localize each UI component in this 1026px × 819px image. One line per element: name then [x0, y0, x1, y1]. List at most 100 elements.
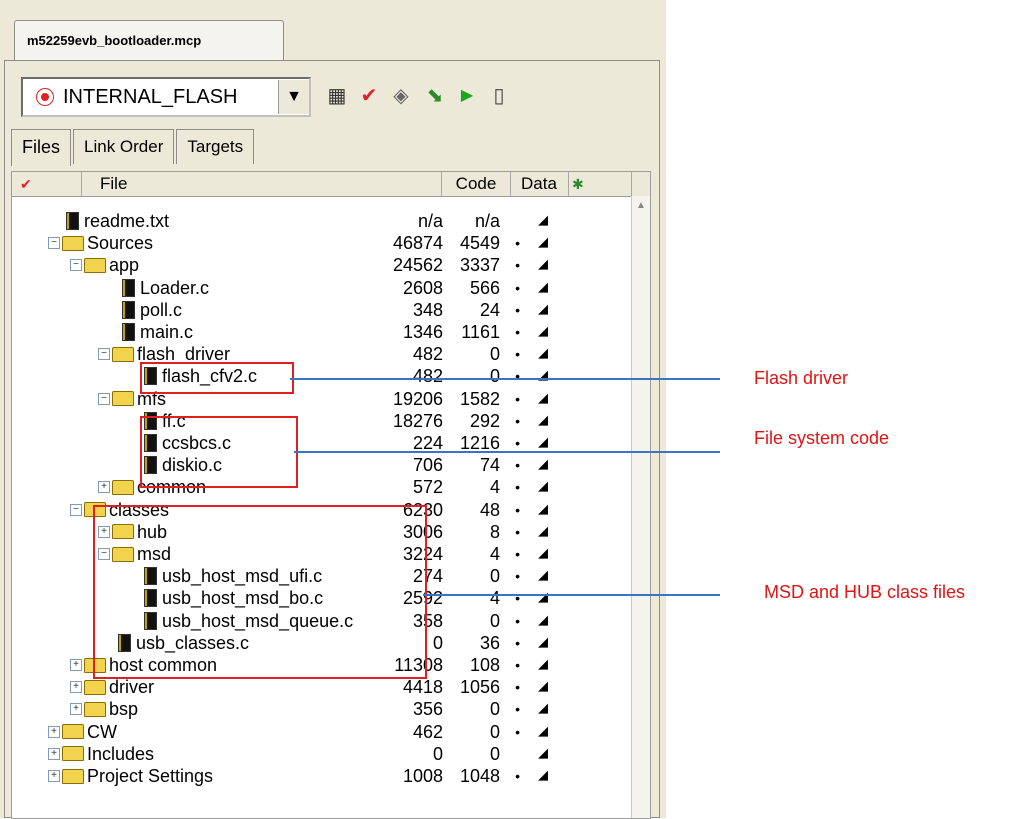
file-row[interactable]: + driver 4418 1056 • ◢ — [12, 676, 632, 698]
touched-marker[interactable]: • — [515, 765, 520, 787]
touched-marker[interactable]: • — [515, 543, 520, 565]
tab-files[interactable]: Files — [11, 129, 72, 166]
tab-targets[interactable]: Targets — [176, 129, 255, 164]
touched-marker[interactable]: • — [515, 676, 520, 698]
collapse-icon[interactable]: − — [48, 237, 60, 250]
expand-icon[interactable]: + — [48, 770, 60, 782]
project-document-tab[interactable]: m52259evb_bootloader.mcp — [14, 20, 284, 60]
collapse-icon[interactable]: − — [70, 503, 82, 516]
debug-toggle-icon[interactable]: ◢ — [538, 746, 550, 759]
touched-marker[interactable]: • — [515, 698, 520, 720]
collapse-icon[interactable]: − — [70, 259, 82, 272]
debug-toggle-icon[interactable]: ◢ — [538, 324, 550, 337]
device-icon[interactable]: ▯ — [487, 81, 511, 109]
touched-marker[interactable]: • — [515, 565, 520, 587]
data-size: 1161 — [461, 322, 500, 342]
debug-toggle-icon[interactable]: ◢ — [538, 479, 550, 492]
touched-marker[interactable]: • — [515, 654, 520, 676]
make-icon[interactable]: ⬊ — [423, 81, 447, 109]
code-column-header[interactable]: Code — [442, 172, 511, 196]
debug-toggle-icon[interactable]: ◢ — [538, 568, 550, 581]
data-column-header[interactable]: Data — [510, 172, 569, 196]
data-size: 1048 — [459, 766, 500, 786]
debug-toggle-icon[interactable]: ◢ — [538, 546, 550, 559]
checkmark-column-icon[interactable]: ✔ — [12, 172, 82, 196]
debug-toggle-icon[interactable]: ◢ — [538, 213, 550, 226]
debug-toggle-icon[interactable]: ◢ — [538, 302, 550, 315]
file-row[interactable]: diskio.c 706 74 • ◢ — [12, 454, 632, 476]
target-select[interactable]: INTERNAL_FLASH ▼ — [21, 77, 311, 117]
file-row[interactable]: − Sources 46874 4549 • ◢ — [12, 232, 632, 254]
file-row-name: + bsp — [70, 698, 138, 720]
debug-toggle-icon[interactable]: ◢ — [538, 413, 550, 426]
file-row[interactable]: − app 24562 3337 • ◢ — [12, 254, 632, 276]
expand-icon[interactable]: + — [48, 747, 60, 760]
debug-toggle-icon[interactable]: ◢ — [538, 280, 550, 293]
run-icon[interactable]: ▶ — [455, 81, 479, 109]
touched-marker[interactable]: • — [515, 721, 520, 743]
touched-marker[interactable]: • — [515, 521, 520, 543]
debug-toggle-icon[interactable]: ◢ — [538, 724, 550, 737]
touched-marker[interactable]: • — [515, 587, 520, 609]
file-row[interactable]: flash_cfv2.c 482 0 • ◢ — [12, 365, 632, 387]
file-row[interactable]: ff.c 18276 292 • ◢ — [12, 410, 632, 432]
touched-marker[interactable]: • — [515, 343, 520, 365]
debug-toggle-icon[interactable]: ◢ — [538, 657, 550, 670]
debug-toggle-icon[interactable]: ◢ — [538, 524, 550, 537]
file-row[interactable]: − flash_driver 482 0 • ◢ — [12, 343, 632, 365]
debug-toggle-icon[interactable]: ◢ — [538, 235, 550, 248]
expand-icon[interactable]: + — [70, 681, 82, 694]
file-name: Includes — [87, 743, 155, 764]
touched-marker[interactable]: • — [515, 454, 520, 476]
touched-marker[interactable]: • — [515, 321, 520, 343]
debug-column-icon[interactable]: ✱ — [568, 172, 632, 196]
source-file-icon — [122, 278, 135, 297]
debug-toggle-icon[interactable]: ◢ — [538, 701, 550, 714]
scroll-up-icon[interactable]: ▲ — [634, 200, 648, 214]
touched-marker[interactable]: • — [515, 610, 520, 632]
debug-toggle-icon[interactable]: ◢ — [538, 391, 550, 404]
file-row[interactable]: + Project Settings 1008 1048 • ◢ — [12, 765, 632, 787]
touched-marker[interactable]: • — [515, 365, 520, 387]
touched-marker[interactable]: • — [515, 232, 520, 254]
collapse-icon[interactable]: − — [98, 348, 110, 361]
touched-marker[interactable]: • — [515, 410, 520, 432]
debug-toggle-icon[interactable]: ◢ — [538, 257, 550, 270]
expand-icon[interactable]: + — [98, 481, 110, 494]
debug-toggle-icon[interactable]: ◢ — [538, 435, 550, 448]
tab-link-order[interactable]: Link Order — [73, 129, 175, 164]
file-row[interactable]: readme.txt n/a n/a ◢ — [12, 210, 632, 232]
debug-toggle-icon[interactable]: ◢ — [538, 346, 550, 359]
file-row[interactable]: + Includes 0 0 ◢ — [12, 743, 632, 765]
chevron-down-icon[interactable]: ▼ — [278, 80, 309, 114]
collapse-icon[interactable]: − — [98, 392, 110, 405]
file-row[interactable]: + CW 462 0 • ◢ — [12, 721, 632, 743]
file-row[interactable]: main.c 1346 1161 • ◢ — [12, 321, 632, 343]
debug-toggle-icon[interactable]: ◢ — [538, 768, 550, 781]
vertical-scrollbar[interactable]: ▲ — [631, 196, 650, 818]
touched-marker[interactable]: • — [515, 277, 520, 299]
expand-icon[interactable]: + — [70, 659, 82, 671]
file-row[interactable]: + bsp 356 0 • ◢ — [12, 698, 632, 720]
debug-toggle-icon[interactable]: ◢ — [538, 502, 550, 515]
expand-icon[interactable]: + — [48, 725, 60, 738]
touched-marker[interactable]: • — [515, 476, 520, 498]
touched-marker[interactable]: • — [515, 254, 520, 276]
check-icon[interactable]: ✔ — [357, 81, 381, 109]
file-row[interactable]: poll.c 348 24 • ◢ — [12, 299, 632, 321]
touched-marker[interactable]: • — [515, 632, 520, 654]
debug-toggle-icon[interactable]: ◢ — [538, 613, 550, 626]
touched-marker[interactable]: • — [515, 388, 520, 410]
debug-toggle-icon[interactable]: ◢ — [538, 679, 550, 692]
file-row[interactable]: Loader.c 2608 566 • ◢ — [12, 277, 632, 299]
debug-icon[interactable]: ◈ — [389, 81, 413, 109]
touched-marker[interactable]: • — [515, 299, 520, 321]
expand-icon[interactable]: + — [70, 703, 82, 716]
file-column-header[interactable]: File — [82, 172, 442, 196]
debug-toggle-icon[interactable]: ◢ — [538, 635, 550, 648]
settings-icon[interactable]: ▦ — [325, 81, 349, 109]
file-row[interactable]: + common 572 4 • ◢ — [12, 476, 632, 498]
file-row[interactable]: − mfs 19206 1582 • ◢ — [12, 388, 632, 410]
debug-toggle-icon[interactable]: ◢ — [538, 457, 550, 470]
touched-marker[interactable]: • — [515, 499, 520, 521]
